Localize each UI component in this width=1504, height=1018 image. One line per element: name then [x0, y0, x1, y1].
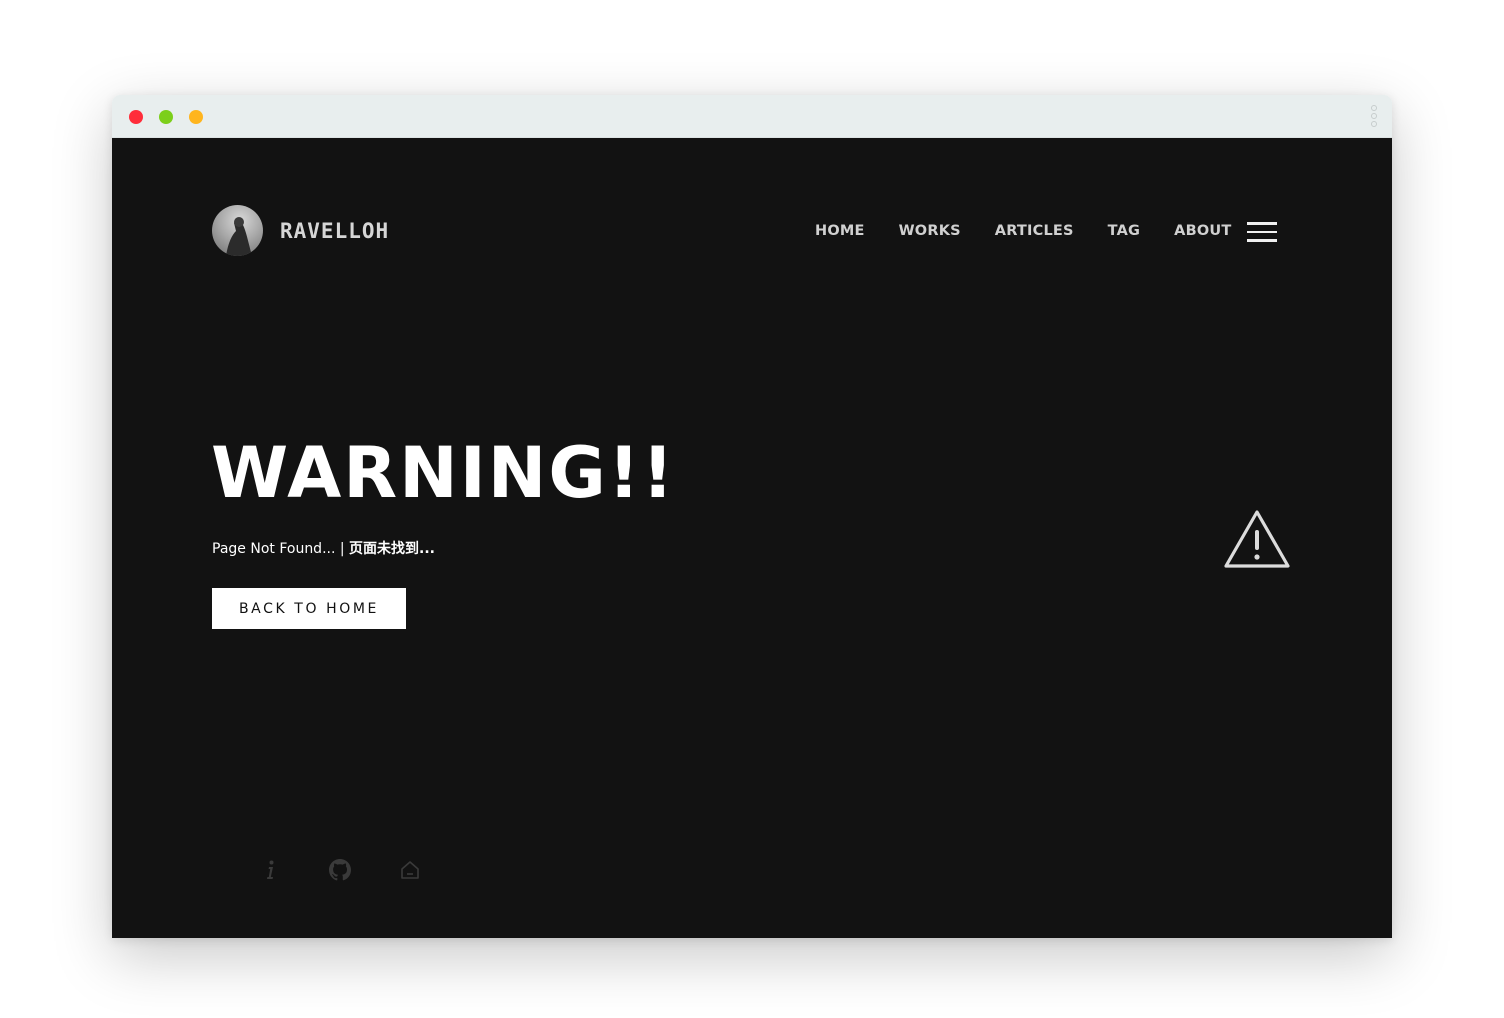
avatar[interactable]: [212, 205, 263, 256]
page-content: RAVELLOH HOME WORKS ARTICLES TAG ABOUT W…: [112, 138, 1392, 938]
page-title: WARNING!!: [211, 432, 676, 514]
warning-triangle-icon: [1224, 510, 1290, 568]
browser-window: RAVELLOH HOME WORKS ARTICLES TAG ABOUT W…: [112, 95, 1392, 938]
info-icon[interactable]: [258, 858, 282, 882]
nav-about[interactable]: ABOUT: [1174, 223, 1231, 239]
github-icon[interactable]: [328, 858, 352, 882]
kebab-icon[interactable]: [1370, 105, 1378, 129]
nav-tag[interactable]: TAG: [1108, 223, 1141, 239]
main-nav: HOME WORKS ARTICLES TAG ABOUT: [815, 223, 1265, 239]
not-found-message: Page Not Found... | 页面未找到...: [212, 538, 435, 558]
maximize-dot[interactable]: [189, 110, 203, 124]
site-brand[interactable]: RAVELLOH: [280, 219, 389, 243]
home-icon[interactable]: [398, 858, 422, 882]
minimize-dot[interactable]: [159, 110, 173, 124]
nav-articles[interactable]: ARTICLES: [995, 223, 1074, 239]
hamburger-icon[interactable]: [1247, 222, 1277, 242]
window-titlebar: [112, 95, 1392, 138]
close-dot[interactable]: [129, 110, 143, 124]
nav-home[interactable]: HOME: [815, 223, 865, 239]
nav-works[interactable]: WORKS: [899, 223, 961, 239]
not-found-text-cn: 页面未找到...: [349, 541, 436, 557]
back-to-home-button[interactable]: BACK TO HOME: [212, 588, 406, 629]
not-found-text-en: Page Not Found... |: [212, 541, 350, 557]
